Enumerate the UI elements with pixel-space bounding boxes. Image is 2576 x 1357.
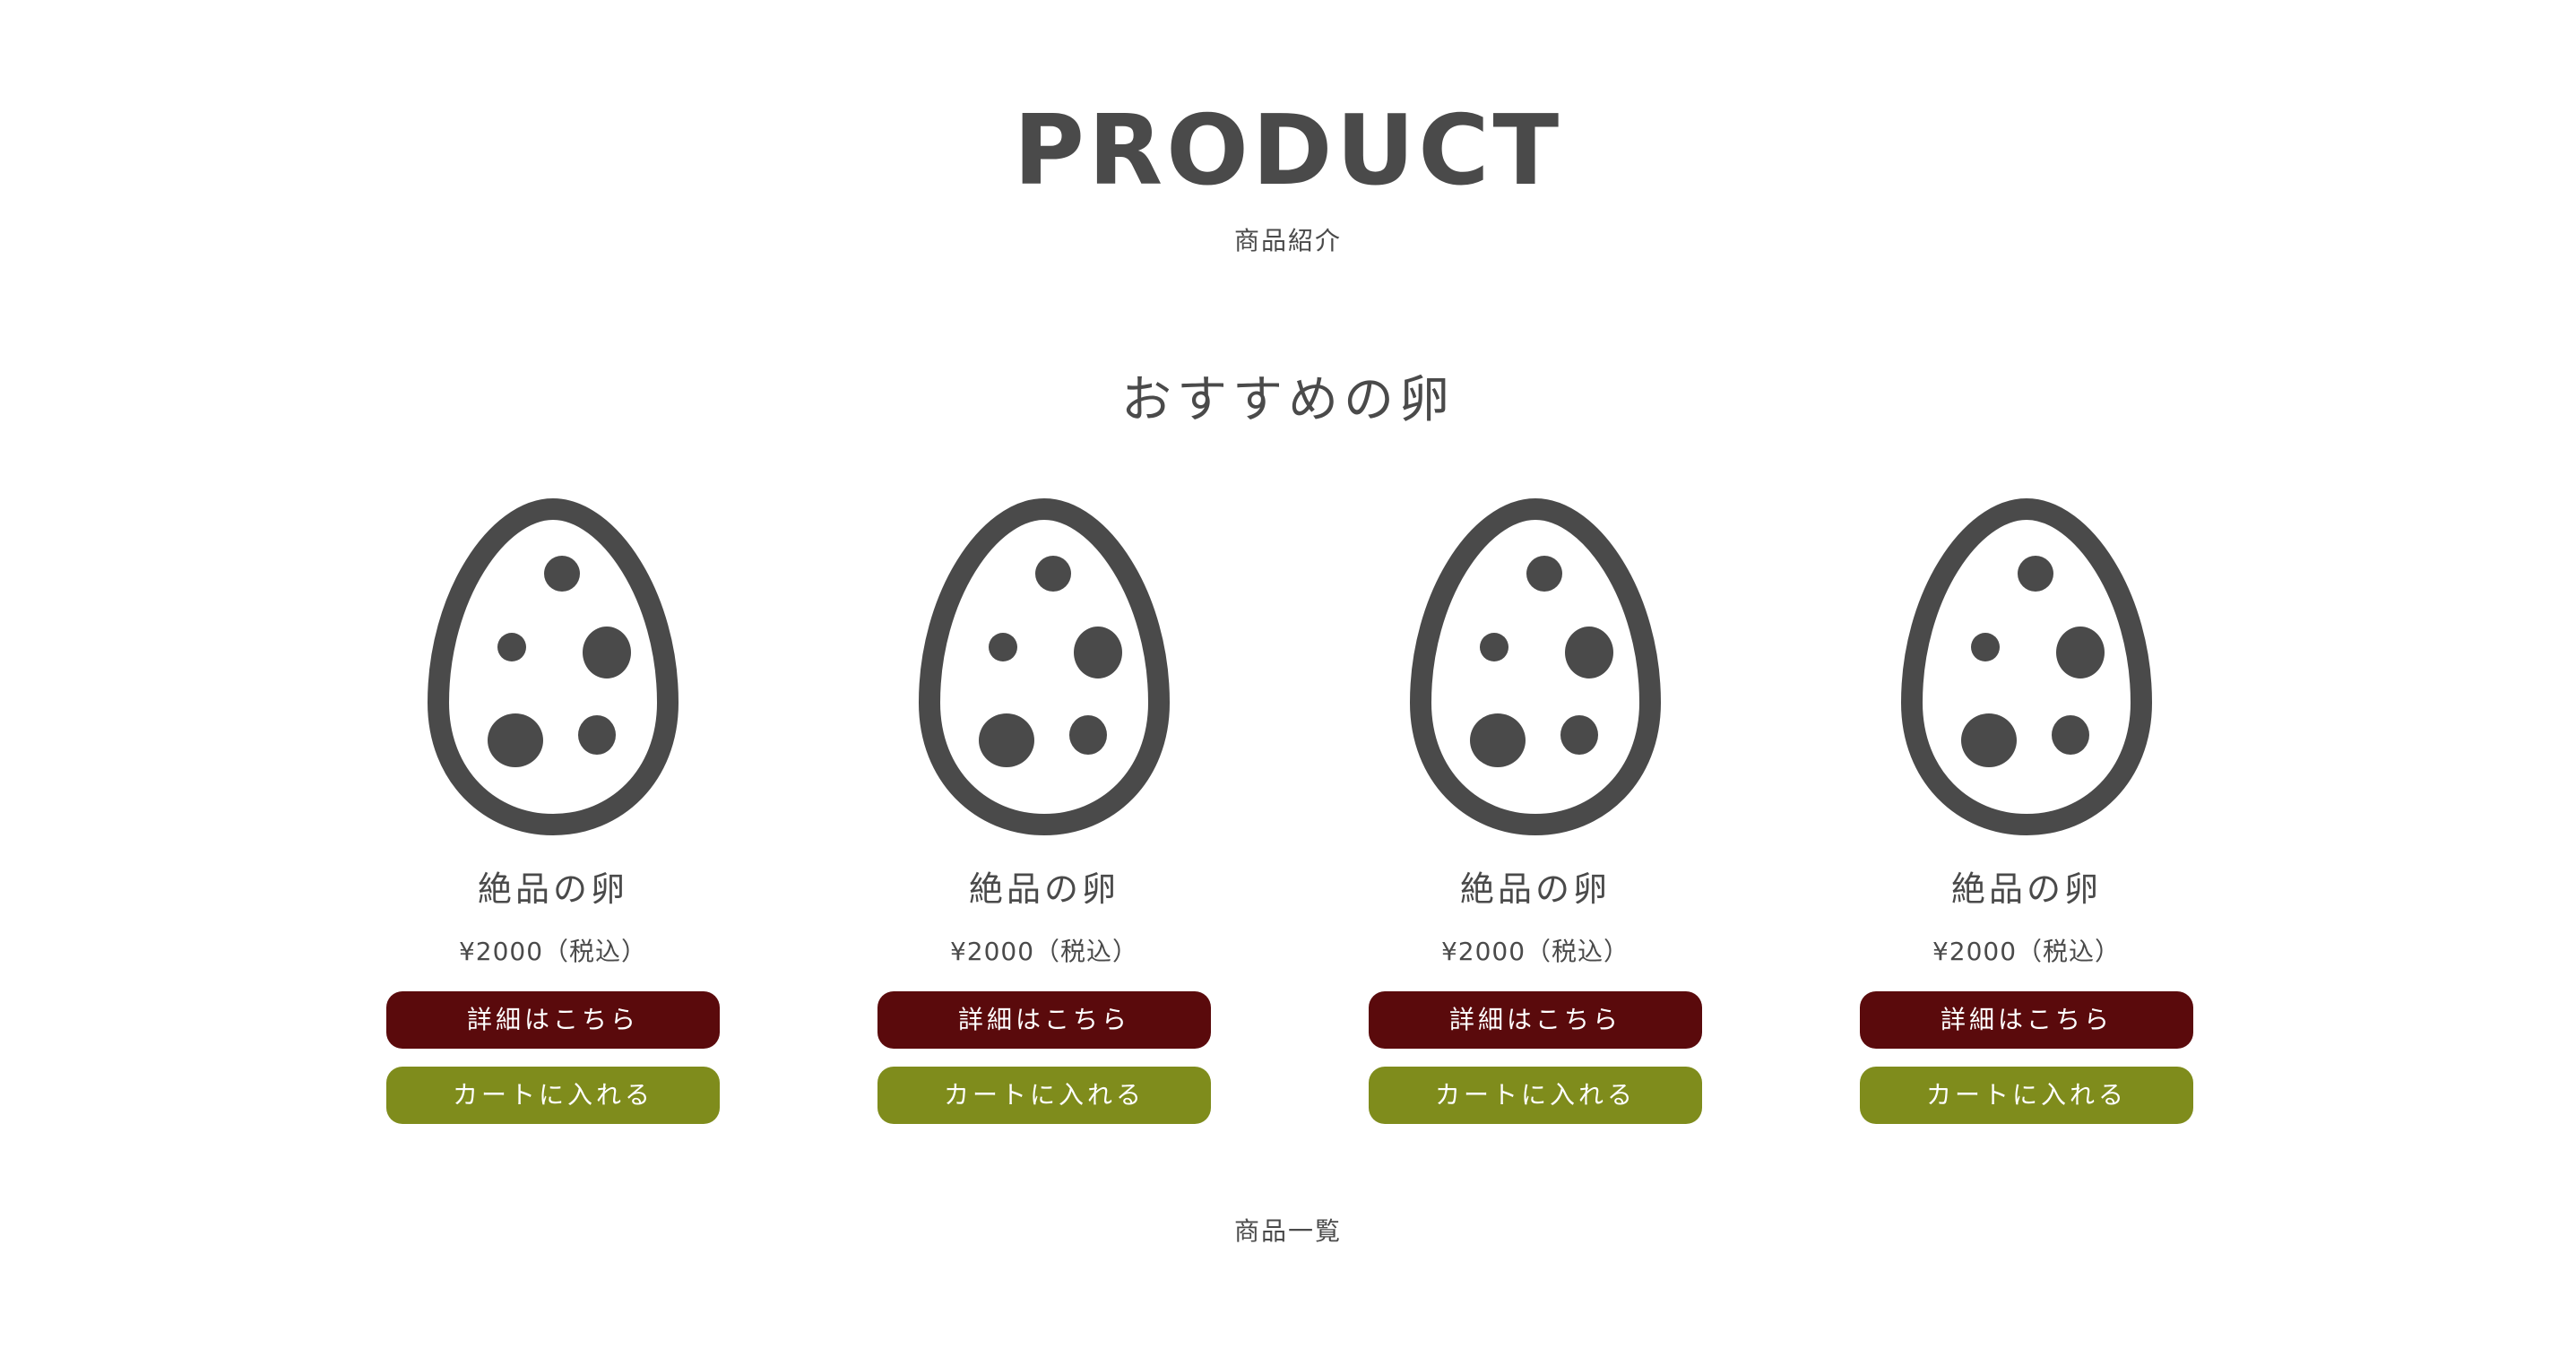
product-card: 絶品の卵 ¥2000（税込） 詳細はこちら カートに入れる: [1369, 498, 1702, 1126]
egg-icon[interactable]: [1410, 498, 1661, 835]
product-price: ¥2000（税込）: [458, 937, 648, 966]
product-card: 絶品の卵 ¥2000（税込） 詳細はこちら カートに入れる: [1860, 498, 2193, 1126]
egg-icon[interactable]: [919, 498, 1170, 835]
product-name: 絶品の卵: [1459, 869, 1611, 909]
detail-button[interactable]: 詳細はこちら: [1860, 991, 2193, 1049]
product-name: 絶品の卵: [1950, 869, 2102, 909]
product-price: ¥2000（税込）: [1932, 937, 2122, 966]
add-to-cart-button[interactable]: カートに入れる: [386, 1067, 720, 1124]
add-to-cart-button[interactable]: カートに入れる: [1369, 1067, 1702, 1124]
egg-icon[interactable]: [1901, 498, 2152, 835]
product-card: 絶品の卵 ¥2000（税込） 詳細はこちら カートに入れる: [877, 498, 1211, 1126]
product-name: 絶品の卵: [968, 869, 1119, 909]
detail-button[interactable]: 詳細はこちら: [877, 991, 1211, 1049]
product-price: ¥2000（税込）: [1440, 937, 1630, 966]
product-list-link[interactable]: 商品一覧: [0, 1215, 2576, 1248]
product-list: 絶品の卵 ¥2000（税込） 詳細はこちら カートに入れる 絶品の卵 ¥2000…: [0, 498, 2576, 1144]
page-subtitle: 商品紹介: [1233, 226, 1342, 255]
page-header: PRODUCT 商品紹介: [0, 99, 2576, 256]
product-card: 絶品の卵 ¥2000（税込） 詳細はこちら カートに入れる: [386, 498, 720, 1126]
add-to-cart-button[interactable]: カートに入れる: [1860, 1067, 2193, 1124]
product-name: 絶品の卵: [477, 869, 628, 909]
page-title: PRODUCT: [1013, 95, 1563, 207]
add-to-cart-button[interactable]: カートに入れる: [877, 1067, 1211, 1124]
detail-button[interactable]: 詳細はこちら: [1369, 991, 1702, 1049]
product-price: ¥2000（税込）: [949, 937, 1139, 966]
detail-button[interactable]: 詳細はこちら: [386, 991, 720, 1049]
egg-icon[interactable]: [428, 498, 679, 835]
section-heading: おすすめの卵: [1121, 371, 1455, 429]
